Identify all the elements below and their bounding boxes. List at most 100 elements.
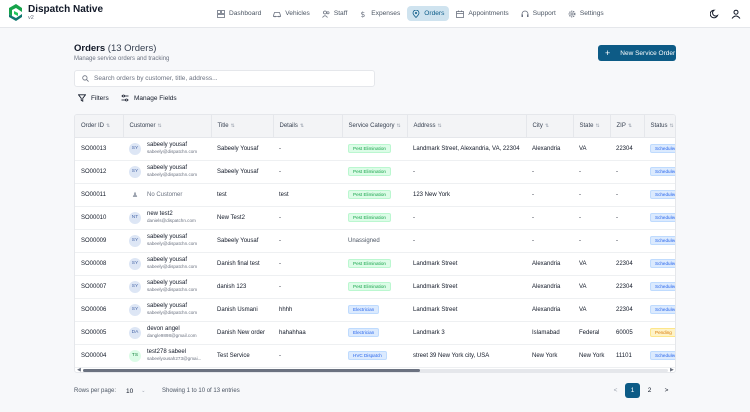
order-id-cell: SO00004 [75, 344, 123, 368]
state-cell: - [573, 183, 610, 207]
city-cell: - [526, 160, 573, 184]
customer: ♟ No Customer [129, 189, 211, 201]
column-header-city[interactable]: City ⇅ [526, 115, 574, 138]
nav-label: Dashboard [229, 10, 262, 17]
service-category-badge: Electrician [348, 328, 380, 337]
next-page-button[interactable]: > [659, 383, 674, 398]
table-row[interactable]: SO00004 TS test278 sabeel sabeelyousah273@g… [75, 344, 675, 368]
avatar: SY [129, 142, 141, 155]
table-row[interactable]: SO00013 SY sabeely yousaf sabeely@dispatchn… [75, 137, 675, 161]
rows-per-page-select[interactable]: 10 ⌄ [122, 384, 152, 398]
column-header-state[interactable]: State ⇅ [573, 115, 611, 138]
filters-label: Filters [91, 94, 109, 102]
state-cell: VA [573, 137, 610, 161]
customer-cell: TS test278 sabeel sabeelyousah273@gmai... [123, 344, 211, 368]
top-nav-bar: Dispatch Native v2 Dashboard Vehicles St… [0, 0, 750, 28]
new-service-order-button[interactable]: + New Service Order [598, 45, 676, 61]
service-category-cell: Pest Elimination [342, 137, 407, 161]
service-category-cell: Pest Elimination [342, 160, 407, 184]
details-cell: - [273, 252, 342, 276]
avatar: SY [129, 303, 141, 316]
address-cell: - [407, 206, 526, 230]
scroll-left-icon[interactable]: ◀ [77, 368, 81, 373]
order-details: - [279, 214, 281, 221]
order-id: SO00006 [81, 306, 107, 313]
table-row[interactable]: SO00006 SY sabeely yousaf sabeely@dispatchn… [75, 298, 675, 322]
rows-per-page-value: 10 [126, 387, 134, 395]
state: Federal [579, 329, 600, 336]
customer-name: new test2 [147, 211, 173, 217]
customer-cell: ♟ No Customer [123, 183, 211, 207]
order-details: test [279, 191, 289, 198]
avatar: SY [129, 234, 141, 247]
search-input[interactable] [94, 75, 364, 82]
filters-button[interactable]: Filters [78, 94, 109, 102]
city: Alexandria [532, 145, 561, 152]
nav-support[interactable]: Support [516, 6, 561, 21]
sort-icon: ⇅ [595, 122, 600, 129]
table-row[interactable]: SO00009 SY sabeely yousaf sabeely@dispatchn… [75, 229, 675, 253]
column-header-order-id[interactable]: Order ID ⇅ [75, 115, 124, 138]
city: - [532, 191, 534, 198]
column-header-label: Service Category [348, 122, 395, 129]
city-cell: - [526, 183, 573, 207]
customer-email: sabeely@dispatchn.com [147, 149, 198, 154]
state-cell: - [573, 229, 610, 253]
nav-orders[interactable]: Orders [407, 6, 450, 21]
address: Landmark Street [413, 306, 458, 313]
previous-page-button[interactable]: < [608, 383, 623, 398]
horizontal-scrollbar[interactable]: ◀ ▶ [77, 368, 674, 373]
scroll-right-icon[interactable]: ▶ [670, 368, 674, 373]
theme-toggle-button[interactable] [708, 7, 722, 21]
nav-staff[interactable]: Staff [317, 6, 352, 21]
table-row[interactable]: SO00005 DA devon angel dangle9898@gmail.com… [75, 321, 675, 345]
customer-cell: SY sabeely yousaf sabeely@dispatchn.com [123, 229, 211, 253]
order-details: - [279, 260, 281, 267]
nav-dashboard[interactable]: Dashboard [212, 6, 266, 21]
order-id-cell: SO00008 [75, 252, 123, 276]
nav-settings[interactable]: Settings [563, 6, 609, 21]
city: Alexandria [532, 283, 561, 290]
car-icon [273, 11, 282, 17]
order-count: (13 Orders) [107, 43, 157, 54]
order-details: - [279, 168, 281, 175]
address: Landmark Street, Alexandria, VA, 22304 [413, 145, 520, 152]
column-header-title[interactable]: Title ⇅ [211, 115, 274, 138]
customer-cell: SY sabeely yousaf sabeely@dispatchn.com [123, 298, 211, 322]
scrollbar-thumb[interactable] [83, 369, 420, 372]
nav-expenses[interactable]: $ Expenses [354, 6, 405, 21]
table-row[interactable]: SO00007 SY sabeely yousaf sabeely@dispatchn… [75, 275, 675, 299]
user-menu-button[interactable] [729, 7, 743, 21]
address-cell: Landmark 3 [407, 321, 526, 345]
table-row[interactable]: SO00011 ♟ No Customer test test Pest Eliminat… [75, 183, 675, 207]
column-header-customer[interactable]: Customer ⇅ [123, 115, 212, 138]
title-cell: Test Service [211, 344, 273, 368]
service-category-badge: HVC Dispatch [348, 351, 387, 360]
column-header-status[interactable]: Status ⇅ [644, 115, 675, 138]
brand[interactable]: Dispatch Native v2 [8, 3, 103, 22]
order-title: Sabeely Yousaf [217, 145, 259, 152]
column-header-address[interactable]: Address ⇅ [407, 115, 527, 138]
service-category-cell: Pest Elimination [342, 206, 407, 230]
table-row[interactable]: SO00008 SY sabeely yousaf sabeely@dispatchn… [75, 252, 675, 276]
page-button-2[interactable]: 2 [642, 383, 657, 398]
table-row[interactable]: SO00010 NT new test2 daniels@dispatchn.com N… [75, 206, 675, 230]
manage-fields-button[interactable]: Manage Fields [121, 94, 177, 102]
column-header-zip[interactable]: ZIP ⇅ [610, 115, 645, 138]
app-version: v2 [28, 14, 34, 21]
nav-vehicles[interactable]: Vehicles [268, 6, 315, 21]
city: New York [532, 352, 558, 359]
page-button-1[interactable]: 1 [625, 383, 640, 398]
order-id-cell: SO00011 [75, 183, 123, 207]
column-header-details[interactable]: Details ⇅ [273, 115, 343, 138]
column-header-service-category[interactable]: Service Category ⇅ [342, 115, 408, 138]
nav-appointments[interactable]: Appointments [451, 6, 513, 21]
state-cell: Federal [573, 321, 610, 345]
status-badge: Scheduled [650, 351, 675, 360]
order-title: New Test2 [217, 214, 245, 221]
order-id: SO00007 [81, 283, 107, 290]
address: - [413, 237, 415, 244]
order-id: SO00008 [81, 260, 107, 267]
table-row[interactable]: SO00012 SY sabeely yousaf sabeely@dispatchn… [75, 160, 675, 184]
status-cell: Scheduled [644, 206, 675, 230]
